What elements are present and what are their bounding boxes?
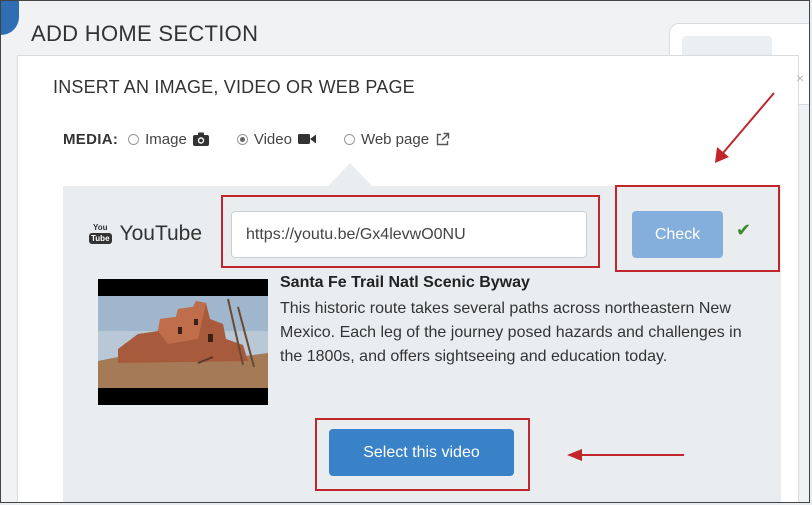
app-window: ADD HOME SECTION × INSERT AN IMAGE, VIDE… [0,0,810,503]
annotation-arrows [567,92,775,461]
arrow-left-icon [567,449,582,461]
